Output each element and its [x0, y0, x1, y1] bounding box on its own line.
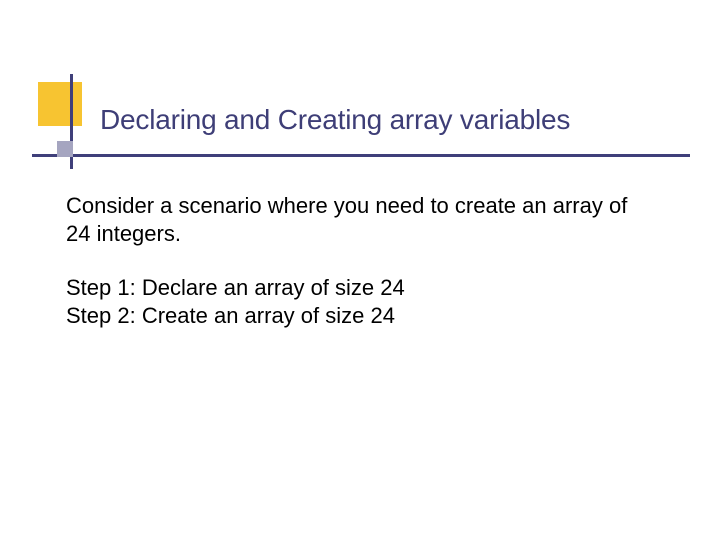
body-spacer [66, 248, 646, 274]
body-step-2: Step 2: Create an array of size 24 [66, 302, 646, 330]
decor-horizontal-line [32, 154, 690, 157]
slide: Declaring and Creating array variables C… [0, 0, 720, 540]
slide-title: Declaring and Creating array variables [100, 104, 660, 136]
body-intro: Consider a scenario where you need to cr… [66, 192, 646, 248]
slide-body: Consider a scenario where you need to cr… [66, 192, 646, 331]
decor-square-small [57, 141, 73, 157]
decor-square-yellow [38, 82, 82, 126]
body-step-1: Step 1: Declare an array of size 24 [66, 274, 646, 302]
